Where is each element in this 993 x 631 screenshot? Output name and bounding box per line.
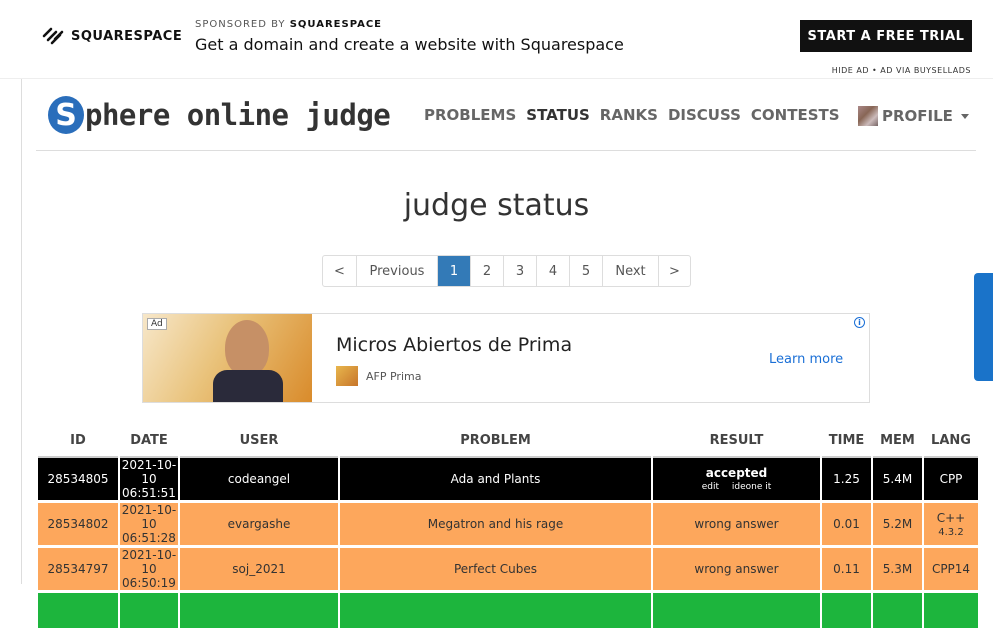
table-header-row: ID DATE USER PROBLEM RESULT TIME MEM LAN… — [38, 425, 978, 458]
row-mem: 5.2M — [873, 503, 922, 548]
row-date: 2021-10-10 06:51:28 — [120, 503, 178, 548]
ad-advertiser: AFP Prima — [336, 366, 421, 386]
ad-person-image — [225, 320, 269, 376]
row-lang: C++ 4.3.2 — [924, 503, 978, 548]
row-user[interactable]: codeangel — [180, 458, 338, 503]
pagination-next[interactable]: Next — [602, 256, 658, 286]
advertiser-logo-icon — [336, 366, 358, 386]
ad-headline[interactable]: Get a domain and create a website with S… — [195, 35, 624, 54]
result-status: accepted — [705, 466, 768, 480]
squarespace-icon — [42, 27, 64, 45]
header-lang[interactable]: LANG — [924, 425, 978, 458]
row-date: 2021-10-10 06:51:51 — [120, 458, 178, 503]
ideone-link[interactable]: ideone it — [732, 482, 771, 492]
header-date[interactable]: DATE — [120, 425, 178, 458]
row-mem: 5.3M — [873, 548, 922, 593]
judge-status-table: ID DATE USER PROBLEM RESULT TIME MEM LAN… — [36, 425, 980, 631]
ad-footer-links[interactable]: HIDE AD • AD VIA BUYSELLADS — [832, 66, 971, 75]
row-result: wrong answer — [653, 548, 820, 593]
row-lang: CPP — [924, 458, 978, 503]
edit-link[interactable]: edit — [702, 482, 719, 492]
row-user[interactable]: evargashe — [180, 503, 338, 548]
site-logo[interactable]: S phere online judge — [48, 96, 391, 134]
profile-label: PROFILE — [882, 107, 953, 125]
header-time[interactable]: TIME — [822, 425, 871, 458]
row-id[interactable]: 28534805 — [38, 458, 118, 503]
header-problem[interactable]: PROBLEM — [340, 425, 651, 458]
header-id[interactable]: ID — [38, 425, 118, 458]
nav-problems[interactable]: PROBLEMS — [424, 106, 516, 124]
row-time: 0.01 — [822, 503, 871, 548]
learn-more-link[interactable]: Learn more — [769, 352, 843, 367]
ad-brand-name: SQUARESPACE — [71, 28, 183, 44]
pagination-page-1[interactable]: 1 — [437, 256, 470, 286]
row-problem[interactable]: Megatron and his rage — [340, 503, 651, 548]
nav-contests[interactable]: CONTESTS — [751, 106, 840, 124]
row-problem[interactable]: Ada and Plants — [340, 458, 651, 503]
row-mem: 5.4M — [873, 458, 922, 503]
row-time: 0.11 — [822, 548, 871, 593]
ad-info-icon[interactable]: i — [854, 317, 865, 328]
squarespace-logo[interactable]: SQUARESPACE — [41, 26, 182, 46]
header-result[interactable]: RESULT — [653, 425, 820, 458]
nav-discuss[interactable]: DISCUSS — [668, 106, 741, 124]
ad-image[interactable]: Ad — [143, 314, 312, 402]
main-navbar: S phere online judge PROBLEMS STATUS RANKS… — [36, 79, 976, 151]
ad-title[interactable]: Micros Abiertos de Prima — [336, 334, 572, 356]
row-date: 2021-10-10 06:50:19 — [120, 548, 178, 593]
sponsored-label: SPONSORED BY SQUARESPACE — [195, 19, 383, 30]
nav-ranks[interactable]: RANKS — [600, 106, 658, 124]
row-id[interactable]: 28534802 — [38, 503, 118, 548]
start-free-trial-button[interactable]: START A FREE TRIAL — [800, 20, 972, 52]
pagination-page-2[interactable]: 2 — [470, 256, 503, 286]
logo-text: phere online judge — [85, 98, 391, 132]
result-links: edit ideone it — [653, 482, 820, 492]
row-result: accepted edit ideone it — [653, 458, 820, 503]
header-mem[interactable]: MEM — [873, 425, 922, 458]
table-row: 28534805 2021-10-10 06:51:51 codeangel A… — [38, 458, 978, 503]
header-user[interactable]: USER — [180, 425, 338, 458]
pagination-page-5[interactable]: 5 — [569, 256, 602, 286]
pagination: < Previous 1 2 3 4 5 Next > — [322, 255, 691, 287]
table-row: 28534802 2021-10-10 06:51:28 evargashe M… — [38, 503, 978, 548]
caret-down-icon — [960, 113, 969, 119]
row-lang: CPP14 — [924, 548, 978, 593]
row-time: 1.25 — [822, 458, 871, 503]
side-feedback-tab[interactable] — [974, 273, 993, 381]
logo-s-icon: S — [48, 96, 84, 134]
nav-status[interactable]: STATUS — [526, 106, 590, 124]
row-result: wrong answer — [653, 503, 820, 548]
pagination-first[interactable]: < — [323, 256, 356, 286]
page-title: judge status — [403, 188, 590, 223]
ad-tag: Ad — [147, 318, 167, 330]
banner-ad[interactable]: Ad Micros Abiertos de Prima AFP Prima Le… — [142, 313, 870, 403]
ad-person-body — [213, 370, 283, 402]
profile-menu[interactable]: PROFILE — [858, 106, 969, 126]
pagination-page-3[interactable]: 3 — [503, 256, 536, 286]
avatar — [858, 106, 878, 126]
table-row: 28534797 2021-10-10 06:50:19 soj_2021 Pe… — [38, 548, 978, 593]
pagination-previous[interactable]: Previous — [356, 256, 437, 286]
table-row — [38, 593, 978, 631]
row-problem[interactable]: Perfect Cubes — [340, 548, 651, 593]
pagination-page-4[interactable]: 4 — [536, 256, 569, 286]
nav-menu: PROBLEMS STATUS RANKS DISCUSS CONTESTS — [424, 106, 850, 124]
row-id[interactable]: 28534797 — [38, 548, 118, 593]
sponsor-ad-bar: SQUARESPACE SPONSORED BY SQUARESPACE Get… — [0, 0, 993, 79]
row-user[interactable]: soj_2021 — [180, 548, 338, 593]
pagination-last[interactable]: > — [658, 256, 690, 286]
